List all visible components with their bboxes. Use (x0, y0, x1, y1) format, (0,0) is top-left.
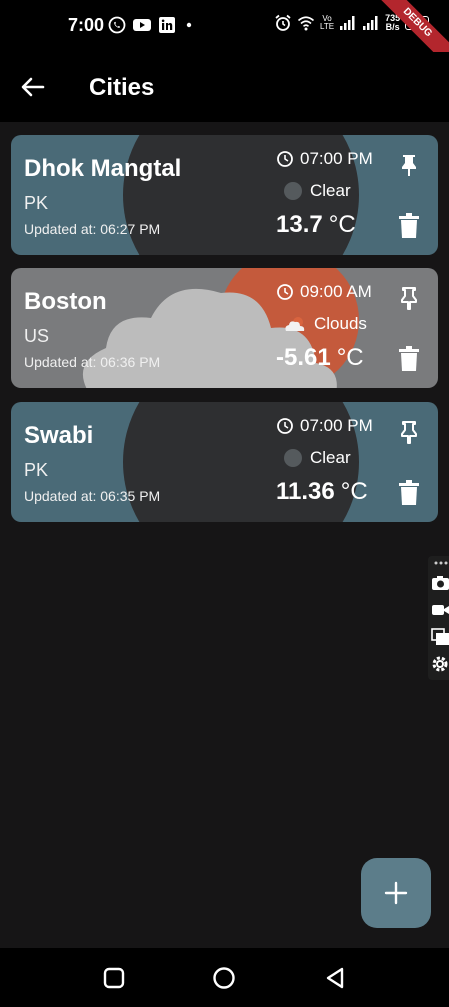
recents-icon[interactable] (102, 966, 126, 990)
volte-indicator: Vo LTE (320, 15, 334, 31)
local-time-text: 07:00 PM (300, 149, 373, 168)
local-time-text: 07:00 PM (300, 416, 373, 435)
temperature-value: 11.36 (276, 478, 335, 505)
system-nav-bar (0, 948, 449, 1007)
clear-icon (284, 182, 302, 200)
signal-icon-2 (363, 16, 378, 30)
delete-icon[interactable] (398, 213, 420, 239)
clock-icon (277, 284, 293, 300)
condition-text: Clear (310, 448, 351, 467)
wifi-icon (297, 16, 315, 31)
updated-at: Updated at: 06:27 PM (24, 221, 161, 237)
add-city-button[interactable] (361, 858, 431, 928)
temperature-value: -5.61 (276, 344, 331, 371)
more-notifications-icon (186, 22, 192, 28)
pin-icon[interactable] (397, 153, 421, 177)
youtube-icon (133, 19, 151, 31)
condition-text: Clear (310, 181, 351, 200)
back-triangle-icon[interactable] (323, 966, 347, 990)
page-title: Cities (89, 74, 155, 101)
weather-art-clouds (82, 268, 359, 388)
temperature-value: 13.7 (276, 211, 323, 238)
camera-icon[interactable] (431, 574, 449, 592)
delete-icon[interactable] (398, 346, 420, 372)
temperature: -5.61 °C (276, 344, 364, 372)
app-bar: Cities (0, 52, 449, 122)
city-name: Boston (24, 288, 107, 315)
weather-art-clear (123, 135, 359, 255)
clock-icon (277, 418, 293, 434)
condition: Clouds (284, 314, 367, 334)
screens-icon[interactable] (431, 628, 449, 646)
back-arrow-icon[interactable] (18, 72, 48, 102)
status-time: 7:00 (68, 15, 105, 35)
updated-at: Updated at: 06:35 PM (24, 488, 161, 504)
more-icon[interactable] (431, 558, 449, 568)
city-card[interactable]: Swabi PK Updated at: 06:35 PM 07:00 PM C… (11, 402, 438, 522)
updated-at: Updated at: 06:36 PM (24, 354, 161, 370)
clock-icon (277, 151, 293, 167)
city-name: Swabi (24, 422, 94, 449)
city-card[interactable]: Boston US Updated at: 06:36 PM 09:00 AM … (11, 268, 438, 388)
home-icon[interactable] (212, 966, 236, 990)
city-name: Dhok Mangtal (24, 155, 182, 182)
weather-art-clear (123, 402, 359, 522)
status-bar: 7:00 Vo LTE 735 B/s 34 DEBUG (0, 0, 449, 72)
country-code: PK (24, 460, 49, 480)
temperature-unit: °C (340, 478, 368, 505)
signal-icon (340, 16, 355, 30)
temperature: 13.7 °C (276, 211, 356, 239)
notification-icons (108, 16, 196, 34)
local-time: 07:00 PM (276, 149, 373, 169)
country-code: PK (24, 193, 49, 213)
clouds-icon (285, 317, 305, 331)
local-time-text: 09:00 AM (300, 282, 372, 301)
pin-icon[interactable] (397, 420, 421, 444)
alarm-icon (275, 14, 291, 31)
temperature: 11.36 °C (276, 478, 368, 506)
settings-gear-icon[interactable] (431, 655, 449, 673)
whatsapp-icon (108, 16, 126, 34)
delete-icon[interactable] (398, 480, 420, 506)
condition-text: Clouds (314, 314, 367, 333)
recorder-toolbar (428, 556, 449, 680)
volte-bottom-label: LTE (320, 22, 335, 31)
city-card[interactable]: Dhok Mangtal PK Updated at: 06:27 PM 07:… (11, 135, 438, 255)
condition: Clear (284, 448, 351, 468)
condition: Clear (284, 181, 351, 201)
local-time: 09:00 AM (276, 282, 372, 302)
temperature-unit: °C (336, 344, 364, 371)
clear-icon (284, 449, 302, 467)
net-speed-unit: B/s (385, 22, 400, 32)
country-code: US (24, 326, 50, 346)
plus-icon (384, 881, 408, 905)
linkedin-icon (159, 17, 175, 33)
pin-icon[interactable] (397, 286, 421, 310)
local-time: 07:00 PM (276, 416, 373, 436)
temperature-unit: °C (328, 211, 356, 238)
video-icon[interactable] (431, 601, 449, 619)
